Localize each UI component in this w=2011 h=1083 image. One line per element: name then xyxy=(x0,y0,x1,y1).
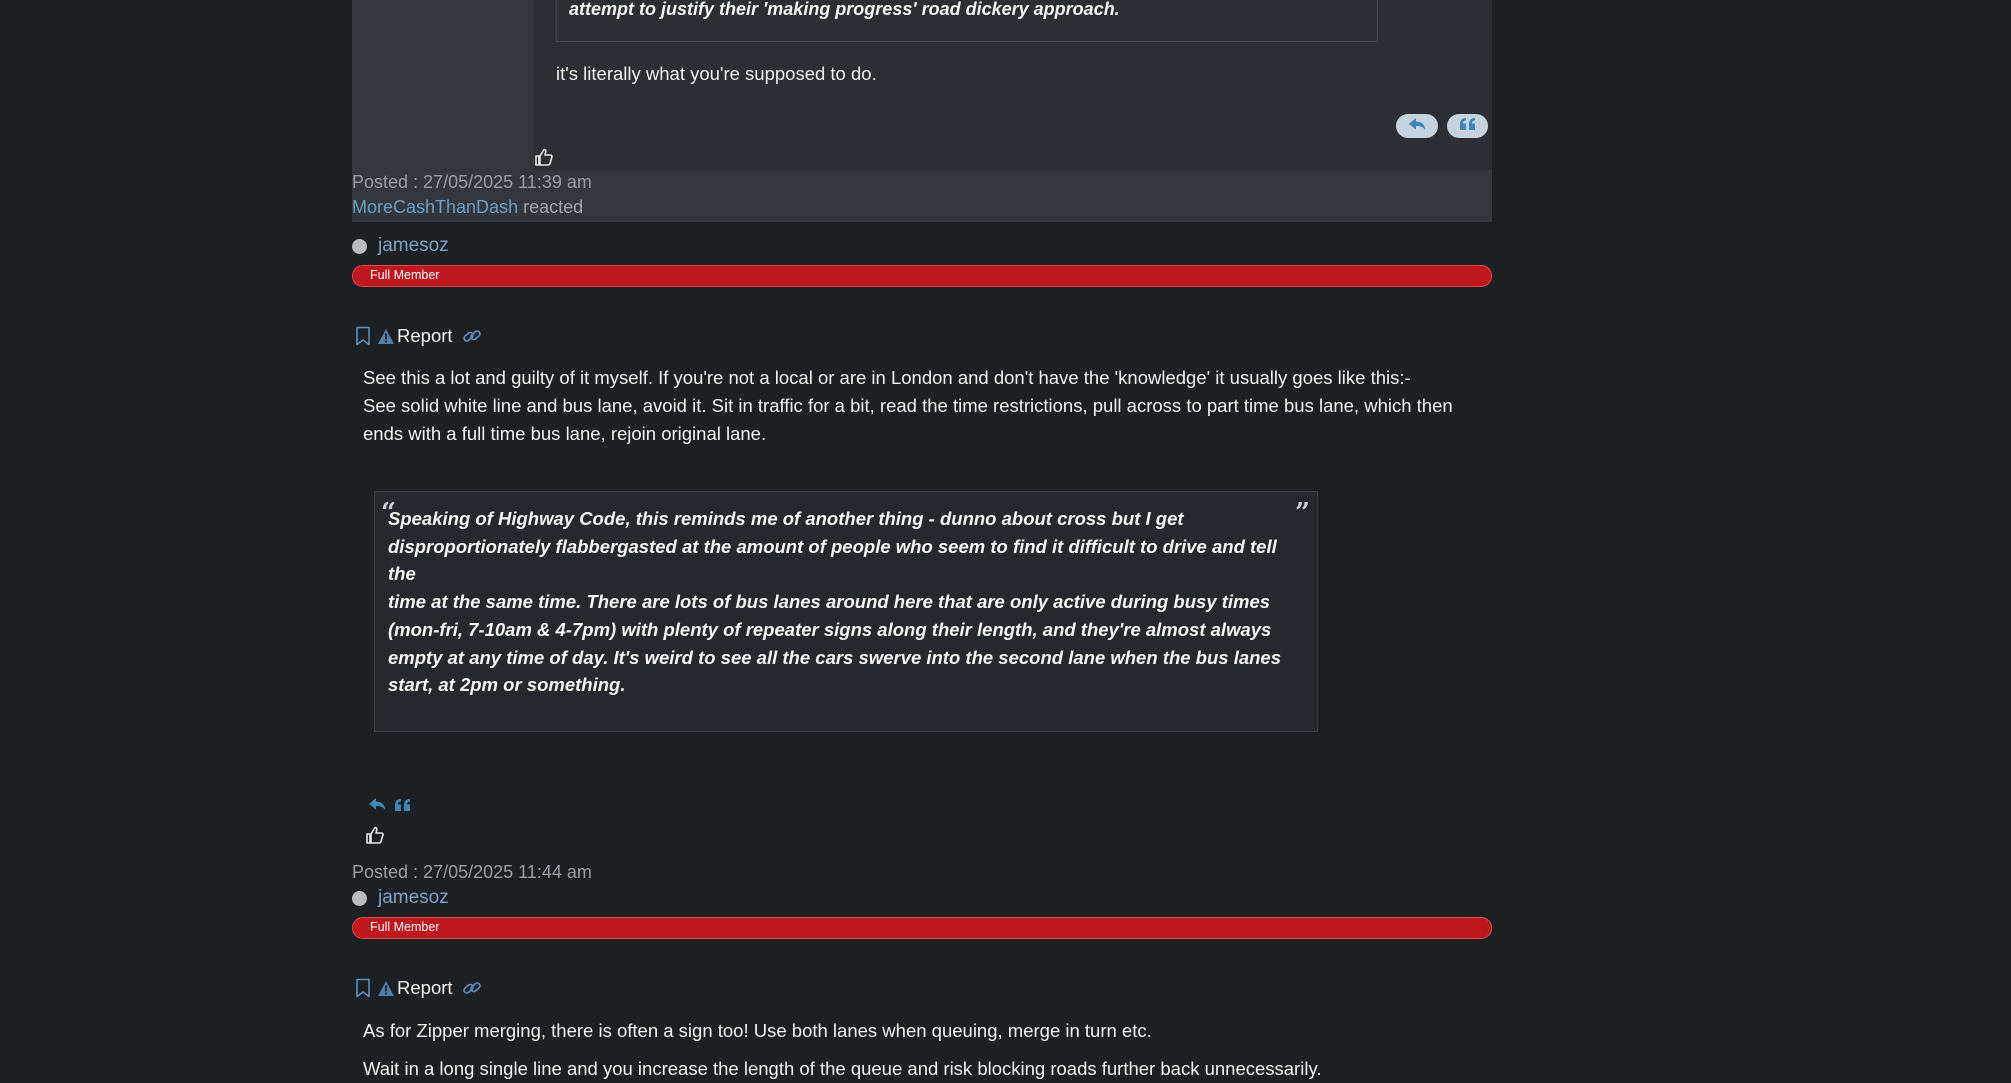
blockquote-line: time at the same time. There are lots of… xyxy=(388,591,1271,613)
quoted-text: attempt to justify their 'making progres… xyxy=(569,0,1120,19)
bookmark-icon[interactable] xyxy=(355,978,371,998)
post-body-text: it's literally what you're supposed to d… xyxy=(556,63,877,84)
blockquote-line: (mon-fri, 7-10am & 4-7pm) with plenty of… xyxy=(388,618,1272,640)
blockquote-line: start, at 2pm or something. xyxy=(388,674,626,696)
post-actions xyxy=(367,797,411,816)
post-body-line: As for Zipper merging, there is often a … xyxy=(363,1020,1152,1041)
post-tools: Report xyxy=(355,325,482,347)
author-username-link[interactable]: jamesoz xyxy=(378,887,449,909)
report-button[interactable]: Report xyxy=(397,977,453,999)
online-status-indicator xyxy=(352,891,367,906)
thumbs-up-icon xyxy=(535,148,553,170)
reply-arrow-icon[interactable] xyxy=(367,797,387,816)
link-icon[interactable] xyxy=(462,978,482,998)
report-button[interactable]: Report xyxy=(397,325,453,347)
member-rank-badge: Full Member xyxy=(352,917,1492,939)
reply-button[interactable] xyxy=(1396,114,1438,138)
like-button[interactable] xyxy=(535,148,553,171)
thumbs-up-icon xyxy=(366,826,384,848)
online-status-indicator xyxy=(352,239,367,254)
blockquote-line: Speaking of Highway Code, this reminds m… xyxy=(388,508,1184,529)
quoted-text-block: attempt to justify their 'making progres… xyxy=(556,0,1378,42)
post-body: See this a lot and guilty of it myself. … xyxy=(363,364,1493,448)
blockquote: “ ” Speaking of Highway Code, this remin… xyxy=(374,491,1318,732)
like-button[interactable] xyxy=(366,826,384,849)
post-body-line: ends with a full time bus lane, rejoin o… xyxy=(363,423,767,444)
post-body-line: Wait in a long single line and you incre… xyxy=(363,1058,1322,1079)
post-body-line: See this a lot and guilty of it myself. … xyxy=(363,367,1411,388)
quote-icon[interactable] xyxy=(395,798,411,816)
blockquote-line: disproportionately flabbergasted at the … xyxy=(388,535,1277,585)
warning-triangle-icon[interactable] xyxy=(377,328,395,345)
reaction-line: MoreCashThanDash reacted xyxy=(352,197,583,218)
post-tools: Report xyxy=(355,977,482,999)
reacted-label: reacted xyxy=(523,197,584,217)
blockquote-line: empty at any time of day. It's weird to … xyxy=(388,646,1282,668)
bookmark-icon[interactable] xyxy=(355,326,371,346)
member-rank-badge: Full Member xyxy=(352,265,1492,287)
reply-arrow-icon xyxy=(1407,117,1427,136)
blockquote-text: Speaking of Highway Code, this reminds m… xyxy=(388,505,1298,699)
post-body-line: See solid white line and bus lane, avoid… xyxy=(363,395,1453,416)
post-author-column xyxy=(352,0,534,170)
quote-button[interactable] xyxy=(1447,114,1488,138)
reactor-username-link[interactable]: MoreCashThanDash xyxy=(352,197,518,217)
post-timestamp: Posted : 27/05/2025 11:44 am xyxy=(352,862,592,882)
quote-icon xyxy=(1459,117,1476,135)
link-icon[interactable] xyxy=(462,326,482,346)
warning-triangle-icon[interactable] xyxy=(377,980,395,997)
author-username-link[interactable]: jamesoz xyxy=(378,235,449,257)
post-timestamp: Posted : 27/05/2025 11:39 am xyxy=(352,172,592,192)
